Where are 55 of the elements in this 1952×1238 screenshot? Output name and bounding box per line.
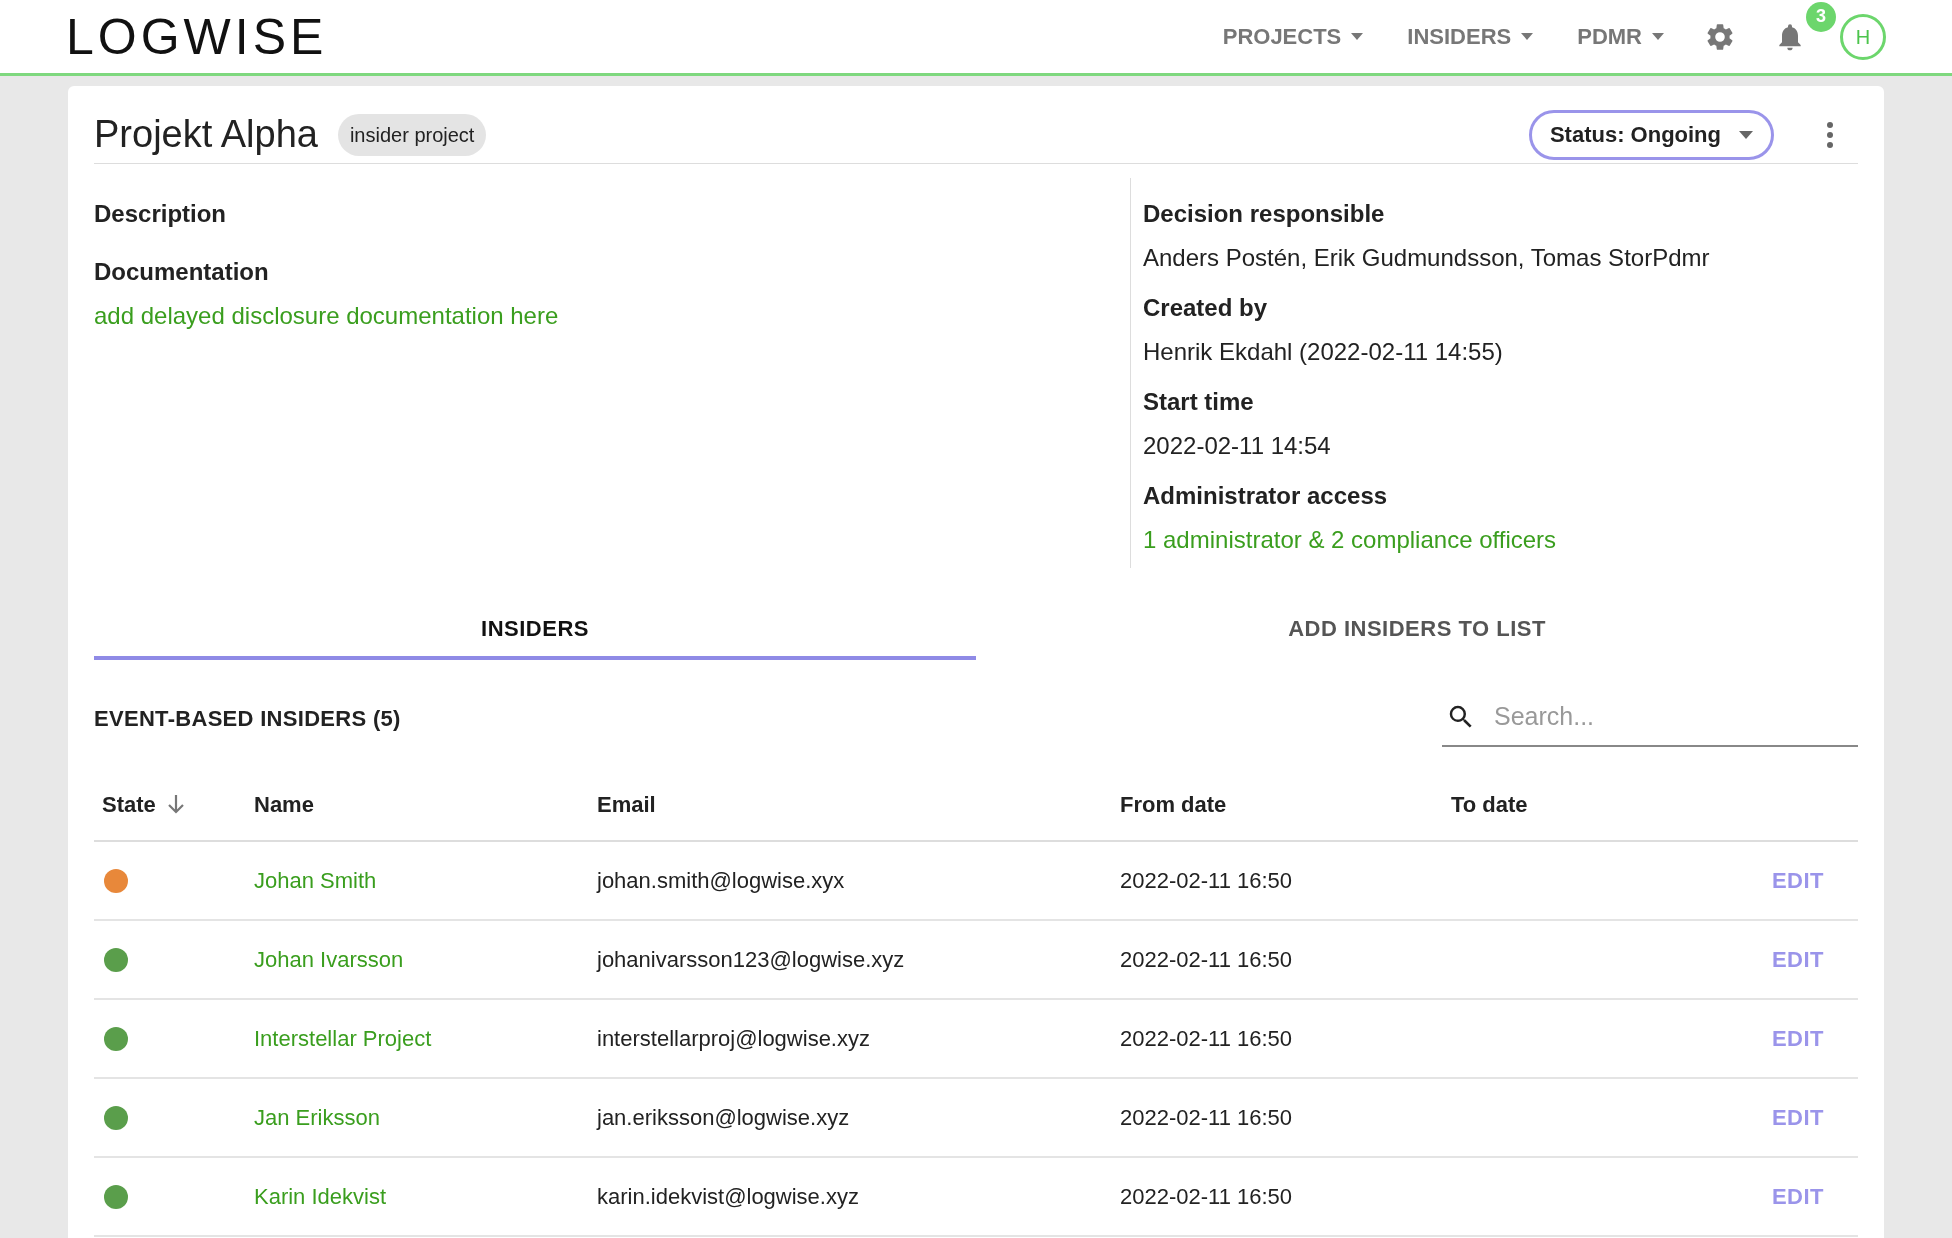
insider-name-link[interactable]: Johan Ivarsson bbox=[254, 947, 404, 972]
nav-menu[interactable]: PROJECTS bbox=[1222, 20, 1364, 53]
caret-icon bbox=[1739, 130, 1753, 139]
column-header[interactable]: Email bbox=[597, 787, 656, 821]
field-value: Henrik Ekdahl (2022-02-11 14:55) bbox=[1143, 337, 1504, 367]
tab[interactable]: INSIDERS bbox=[94, 600, 976, 660]
field-label: Decision responsible bbox=[1143, 199, 1386, 229]
caret-icon bbox=[1652, 33, 1664, 40]
insider-name-link[interactable]: Karin Idekvist bbox=[254, 1184, 387, 1209]
edit-button[interactable]: EDIT bbox=[1771, 1101, 1824, 1134]
field-label: Documentation bbox=[94, 257, 270, 287]
field-label: Description bbox=[94, 199, 228, 229]
insider-name-link[interactable]: Interstellar Project bbox=[254, 1026, 432, 1051]
user-avatar[interactable]: H bbox=[1840, 13, 1886, 60]
notification-count: 3 bbox=[1806, 1, 1836, 32]
link[interactable]: add delayed disclosure documentation here bbox=[94, 298, 559, 334]
project-title: Projekt Alpha bbox=[94, 112, 318, 157]
more-options-icon[interactable] bbox=[1826, 120, 1834, 149]
table-cell: 2022-02-11 16:50 bbox=[1120, 1184, 1293, 1209]
column-header[interactable]: Name bbox=[254, 787, 314, 821]
tab[interactable]: ADD INSIDERS TO LIST bbox=[976, 600, 1858, 660]
status-dropdown[interactable]: Status: Ongoing bbox=[1528, 109, 1774, 160]
field-label: Administrator access bbox=[1143, 481, 1389, 511]
edit-button[interactable]: EDIT bbox=[1771, 1180, 1824, 1213]
section-title: EVENT-BASED INSIDERS (5) bbox=[94, 704, 401, 733]
table-cell: johan.smith@logwise.xyx bbox=[597, 868, 845, 893]
caret-icon bbox=[1351, 33, 1364, 40]
field-value: Anders Postén, Erik Gudmundsson, Tomas StorPdmr bbox=[1143, 243, 1710, 273]
sort-arrow-icon[interactable] bbox=[165, 793, 186, 815]
table-cell: jan.eriksson@logwise.xyz bbox=[597, 1105, 850, 1130]
field-label: Start time bbox=[1143, 387, 1255, 417]
caret-icon bbox=[1521, 33, 1534, 40]
field-value: 2022-02-11 14:54 bbox=[1143, 431, 1332, 461]
edit-button[interactable]: EDIT bbox=[1771, 943, 1824, 976]
edit-button[interactable]: EDIT bbox=[1771, 864, 1824, 897]
project-type-tag: insider project bbox=[337, 113, 487, 156]
insider-name-link[interactable]: Jan Eriksson bbox=[254, 1105, 380, 1130]
logo[interactable]: LOGWISE bbox=[66, 11, 328, 62]
table-cell: 2022-02-11 16:50 bbox=[1120, 1026, 1293, 1051]
table-cell: interstellarproj@logwise.xyz bbox=[597, 1026, 870, 1051]
link[interactable]: 1 administrator & 2 compliance officers bbox=[1143, 522, 1557, 558]
field-label: Created by bbox=[1143, 293, 1269, 323]
nav-menu[interactable]: PDMR bbox=[1577, 20, 1664, 53]
search-field[interactable]: Search... bbox=[1494, 698, 1834, 736]
nav-menu[interactable]: INSIDERS bbox=[1407, 20, 1534, 53]
table-cell: karin.idekvist@logwise.xyz bbox=[597, 1184, 859, 1209]
column-header[interactable]: State bbox=[102, 787, 156, 821]
table-cell: 2022-02-11 16:50 bbox=[1120, 1105, 1293, 1130]
table-cell: johanivarsson123@logwise.xyz bbox=[597, 947, 905, 972]
edit-button[interactable]: EDIT bbox=[1771, 1022, 1824, 1055]
column-header[interactable]: From date bbox=[1120, 787, 1227, 821]
insider-name-link[interactable]: Johan Smith bbox=[254, 868, 377, 893]
table-cell: 2022-02-11 16:50 bbox=[1120, 947, 1293, 972]
column-header[interactable]: To date bbox=[1451, 787, 1528, 821]
table-cell: 2022-02-11 16:50 bbox=[1120, 868, 1293, 893]
